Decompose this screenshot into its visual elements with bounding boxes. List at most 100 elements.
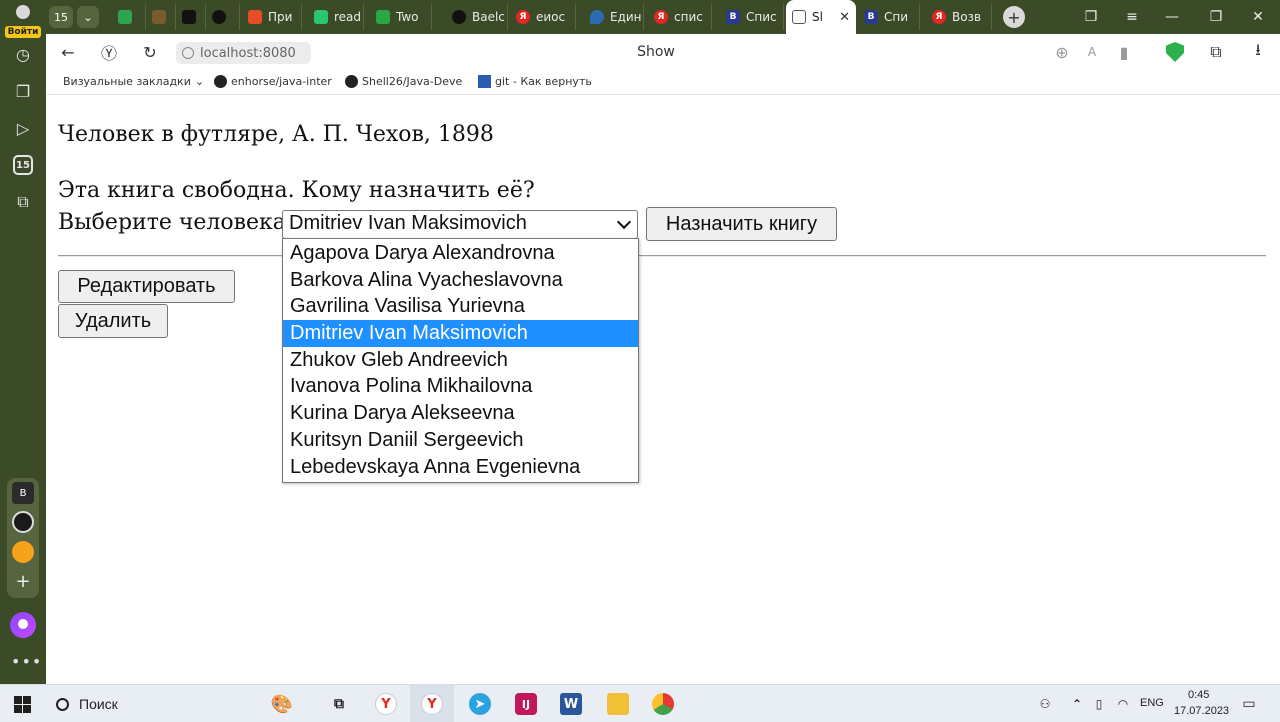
edit-button[interactable]: Редактировать	[58, 270, 235, 303]
intellij-icon[interactable]: IJ	[515, 693, 537, 715]
taskbar-search[interactable]: Поиск	[48, 692, 238, 716]
translate-icon[interactable]: A	[1082, 42, 1102, 62]
menu-icon[interactable]: ≡	[1122, 7, 1142, 27]
tab-11[interactable]: B Спис	[720, 4, 784, 30]
download-icon[interactable]: ⭳	[1248, 40, 1268, 62]
messenger-app-icon[interactable]	[12, 511, 34, 533]
dropdown-option[interactable]: Lebedevskaya Anna Evgenievna	[283, 454, 638, 481]
tab-9[interactable]: Един	[584, 4, 644, 30]
close-window-icon[interactable]: ✕	[1248, 7, 1268, 27]
tab-counter[interactable]: 15	[49, 6, 73, 28]
site-info-icon[interactable]	[182, 47, 194, 59]
dropdown-option[interactable]: Ivanova Polina Mikhailovna	[283, 373, 638, 400]
more-icon[interactable]: •••	[11, 652, 41, 671]
tab-10[interactable]: Я спис	[648, 4, 712, 30]
minimize-icon[interactable]: —	[1162, 7, 1182, 27]
tray-chevron-up-icon[interactable]: ⌃	[1066, 693, 1088, 715]
wifi-icon[interactable]: ◠	[1112, 693, 1134, 715]
clock-date[interactable]: 17.07.2023	[1174, 705, 1229, 717]
bookmark-visual[interactable]: Визуальные закладки ⌄	[63, 75, 203, 88]
tab-8[interactable]: Я еиос	[510, 4, 576, 30]
bookmarks-bar: Визуальные закладки ⌄ enhorse/java-inter…	[46, 70, 1280, 95]
protect-shield-icon[interactable]	[1166, 42, 1184, 62]
tab-6[interactable]: Two	[370, 4, 432, 30]
new-tab-button[interactable]: +	[1003, 6, 1025, 28]
login-button[interactable]: Войти	[3, 3, 43, 43]
extensions-icon[interactable]: ⧉	[1206, 42, 1226, 62]
yandex-icon: Я	[516, 10, 530, 24]
tab-pinned-chatgpt[interactable]	[112, 4, 146, 30]
zoom-icon[interactable]: ⊕	[1052, 42, 1072, 62]
file-explorer-icon[interactable]	[607, 693, 629, 715]
bookmark-enhorse[interactable]: enhorse/java-inter	[214, 75, 332, 88]
tab-strip: 15 ⌄ При read Two Baelc Я еиос Един Я сп…	[46, 0, 1280, 34]
tab-list-chevron-icon[interactable]: ⌄	[77, 6, 99, 28]
person-select-value: Dmitriev Ivan Maksimovich	[289, 212, 527, 234]
choose-person-label: Выберите человека	[58, 210, 286, 235]
task-view-icon[interactable]: ⧉	[328, 693, 350, 715]
assign-book-button[interactable]: Назначить книгу	[646, 207, 837, 241]
tab-5[interactable]: read	[308, 4, 364, 30]
zen-app-icon[interactable]	[12, 541, 34, 563]
alice-assistant-icon[interactable]	[10, 612, 36, 638]
widgets-icon[interactable]: 🎨	[258, 689, 306, 719]
yandex-browser-icon[interactable]: Y	[375, 693, 397, 715]
people-icon[interactable]: ⚇	[1034, 693, 1056, 715]
reload-icon[interactable]: ↻	[140, 42, 160, 62]
yandex-browser-active-icon[interactable]: Y	[421, 693, 443, 715]
delete-button[interactable]: Удалить	[58, 304, 168, 338]
yandex-home-icon[interactable]: Ⓨ	[99, 42, 119, 63]
tab-pinned-link[interactable]	[176, 4, 206, 30]
back-icon[interactable]: ←	[58, 42, 78, 62]
tab-13[interactable]: B Спи	[858, 4, 920, 30]
yandex-icon: Я	[654, 10, 668, 24]
bookmark-icon[interactable]: ▮	[1114, 42, 1134, 62]
chevron-down-icon: ⌄	[194, 75, 203, 88]
collections-icon[interactable]: ❐	[11, 79, 35, 103]
drop-icon	[590, 10, 604, 24]
url-field[interactable]: localhost:8080	[176, 42, 311, 64]
battery-icon[interactable]: ▯	[1088, 693, 1110, 715]
add-app-icon[interactable]: +	[12, 570, 34, 592]
chrome-icon[interactable]	[652, 693, 674, 715]
tab-manager-icon[interactable]: ❐	[1081, 7, 1101, 27]
dropdown-option[interactable]: Gavrilina Vasilisa Yurievna	[283, 293, 638, 320]
dropdown-option[interactable]: Zhukov Gleb Andreevich	[283, 347, 638, 374]
book-status-text: Эта книга свободна. Кому назначить её?	[58, 178, 535, 203]
bookmark-git[interactable]: git - Как вернуть	[478, 75, 596, 88]
windows-start-icon[interactable]	[14, 696, 31, 713]
tab-active-show[interactable]: Sl ✕	[786, 0, 856, 34]
person-dropdown-list: Agapova Darya Alexandrovna Barkova Alina…	[282, 238, 639, 483]
video-play-icon[interactable]: ▷	[11, 116, 35, 140]
clock-time[interactable]: 0:45	[1188, 689, 1209, 701]
dropdown-option[interactable]: Kuritsyn Daniil Sergeevich	[283, 427, 638, 454]
divider	[58, 255, 1266, 257]
page-content: Человек в футляре, А. П. Чехов, 1898 Эта…	[46, 96, 1280, 684]
tab-pinned-crypto[interactable]	[146, 4, 176, 30]
search-icon	[56, 697, 69, 711]
chevron-down-icon	[616, 214, 632, 230]
telegram-icon[interactable]: ➤	[469, 693, 491, 715]
vk-app-icon[interactable]: B	[12, 482, 34, 504]
book-title: Человек в футляре, А. П. Чехов, 1898	[58, 122, 494, 147]
dropdown-option-selected[interactable]: Dmitriev Ivan Maksimovich	[283, 320, 638, 347]
close-tab-icon[interactable]: ✕	[839, 10, 850, 25]
yandex-icon: Я	[932, 10, 946, 24]
pdf-icon	[248, 10, 262, 24]
dropdown-option[interactable]: Barkova Alina Vyacheslavovna	[283, 267, 638, 294]
word-icon[interactable]: W	[560, 693, 582, 715]
calendar-badge-icon[interactable]: 15	[11, 153, 35, 177]
tab-7[interactable]: Baelc	[446, 4, 508, 30]
language-indicator[interactable]: ENG	[1140, 697, 1164, 709]
notifications-icon[interactable]: ▭	[1238, 693, 1260, 715]
dropdown-option[interactable]: Kurina Darya Alekseevna	[283, 400, 638, 427]
history-icon[interactable]: ◷	[11, 42, 35, 66]
tab-4[interactable]: При	[242, 4, 302, 30]
bookmark-shell26[interactable]: Shell26/Java-Deve	[345, 75, 465, 88]
screenshot-icon[interactable]: ⧉	[11, 190, 35, 214]
person-select[interactable]: Dmitriev Ivan Maksimovich	[282, 210, 638, 239]
tab-pinned-github[interactable]	[206, 4, 240, 30]
restore-icon[interactable]: ❐	[1206, 7, 1226, 27]
tab-14[interactable]: Я Возв	[926, 4, 992, 30]
dropdown-option[interactable]: Agapova Darya Alexandrovna	[283, 240, 638, 267]
